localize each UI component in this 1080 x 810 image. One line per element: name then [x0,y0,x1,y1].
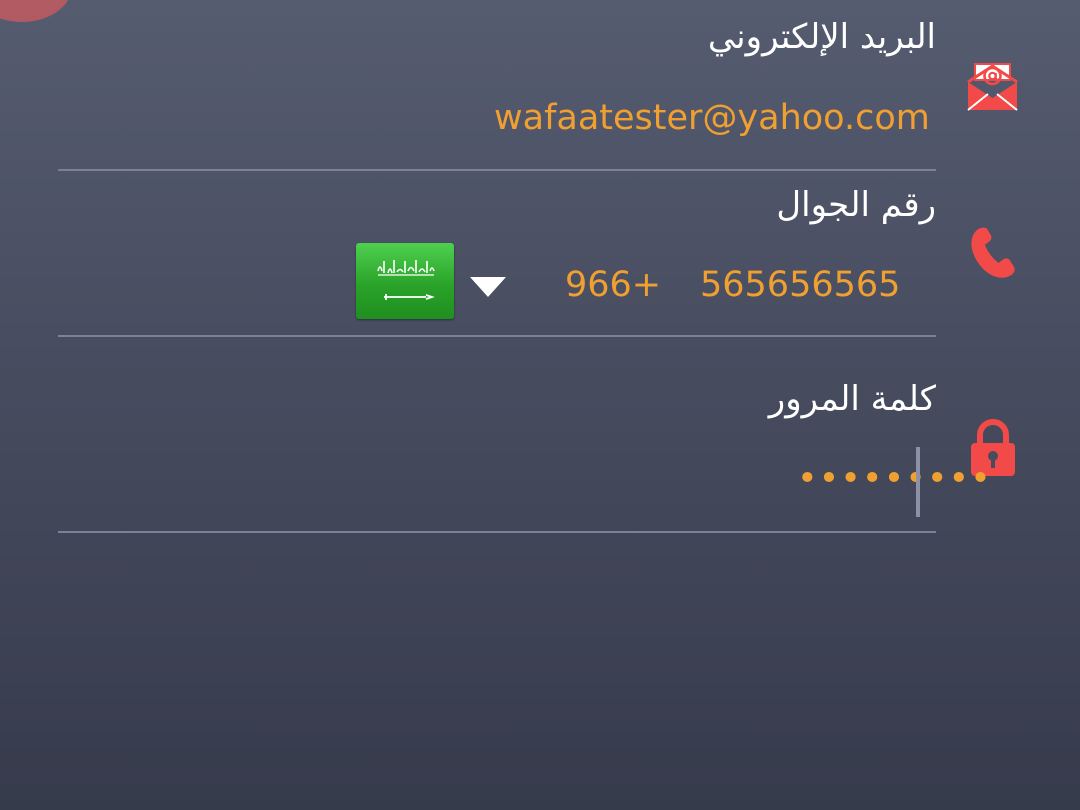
text-cursor [916,447,920,517]
phone-number-input[interactable]: 565656565 [700,268,900,303]
password-divider [58,531,936,533]
phone-label: رقم الجوال [776,185,936,225]
phone-icon [971,227,1015,278]
country-code: 966+ [565,265,662,305]
password-input[interactable]: ••••••••• [797,462,992,497]
email-label: البريد الإلكتروني [707,17,936,57]
country-dropdown-chevron-down-icon[interactable] [470,277,506,297]
flag-emblem [377,260,435,300]
email-divider [58,169,936,171]
password-label: كلمة المرور [768,379,936,419]
decorative-circle [0,0,72,22]
email-at-icon [967,63,1018,111]
phone-divider [58,335,936,337]
saudi-arabia-flag-icon[interactable] [356,243,454,319]
email-input[interactable]: wafaatester@yahoo.com [494,101,930,136]
